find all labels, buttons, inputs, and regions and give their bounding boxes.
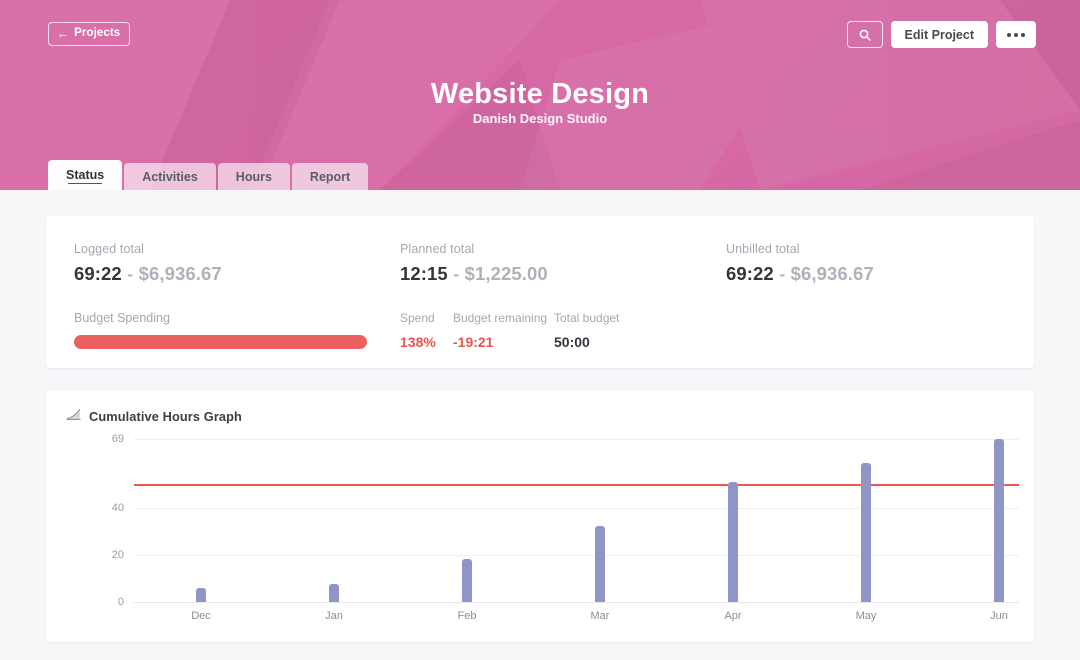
area-chart-icon <box>66 407 81 425</box>
back-to-projects-button[interactable]: ← Projects <box>48 22 130 46</box>
stat-value: -19:21 <box>453 334 554 350</box>
chart-bar[interactable] <box>329 584 339 602</box>
chart-x-tick-label: Apr <box>703 610 763 622</box>
metric-value: 69:22 - $6,936.67 <box>74 263 400 285</box>
budget-spending-block: Budget Spending <box>74 311 400 349</box>
chart-gridline <box>134 508 1019 509</box>
chart-bar[interactable] <box>861 463 871 602</box>
edit-project-button[interactable]: Edit Project <box>891 21 988 48</box>
metric-logged-total: Logged total 69:22 - $6,936.67 <box>74 242 400 285</box>
tab-status[interactable]: Status <box>48 160 122 190</box>
metric-amount: $1,225.00 <box>465 263 548 284</box>
metric-label: Logged total <box>74 242 400 256</box>
header-actions: Edit Project <box>847 21 1036 48</box>
metric-separator: - <box>127 263 133 284</box>
chart-y-tick-label: 20 <box>94 549 124 561</box>
chart-gridline <box>134 555 1019 556</box>
search-button[interactable] <box>847 21 883 48</box>
chart-x-tick-label: Mar <box>570 610 630 622</box>
metric-time: 69:22 <box>74 263 122 284</box>
chart-plot-area: 69 40 20 0 Dec Jan Feb Mar Apr May Jun <box>46 435 1034 635</box>
budget-spending-label: Budget Spending <box>74 311 400 325</box>
stat-label: Spend <box>400 311 453 325</box>
metric-planned-total: Planned total 12:15 - $1,225.00 <box>400 242 726 285</box>
metric-label: Unbilled total <box>726 242 874 256</box>
cumulative-hours-card: Cumulative Hours Graph 69 40 20 0 Dec Jan Feb M… <box>46 391 1034 642</box>
metric-unbilled-total: Unbilled total 69:22 - $6,936.67 <box>726 242 874 285</box>
metric-value: 12:15 - $1,225.00 <box>400 263 726 285</box>
chart-budget-threshold-line <box>134 484 1019 486</box>
metric-time: 69:22 <box>726 263 774 284</box>
tab-hours[interactable]: Hours <box>218 163 290 190</box>
chart-x-tick-label: May <box>836 610 896 622</box>
more-options-button[interactable] <box>996 21 1036 48</box>
chart-header: Cumulative Hours Graph <box>46 407 1034 425</box>
chart-bar[interactable] <box>196 588 206 602</box>
metric-time: 12:15 <box>400 263 448 284</box>
chart-x-tick-label: Jun <box>969 610 1029 622</box>
stat-value: 50:00 <box>554 334 654 350</box>
main-content: Logged total 69:22 - $6,936.67 Planned t… <box>0 190 1080 642</box>
metric-value: 69:22 - $6,936.67 <box>726 263 874 285</box>
tab-report[interactable]: Report <box>292 163 368 190</box>
stat-spend: Spend 138% <box>400 311 453 350</box>
tab-bar: Status Activities Hours Report <box>48 160 368 190</box>
chart-bar[interactable] <box>994 439 1004 602</box>
page-header: ← Projects Edit Project Website Design D <box>0 0 1080 190</box>
chart-x-tick-label: Dec <box>171 610 231 622</box>
metric-separator: - <box>453 263 459 284</box>
tab-activities[interactable]: Activities <box>124 163 216 190</box>
back-to-projects-label: Projects <box>74 28 120 40</box>
chart-bar[interactable] <box>462 559 472 602</box>
budget-progress-bar <box>74 335 367 349</box>
stat-value: 138% <box>400 334 453 350</box>
page-title: Website Design <box>0 78 1080 111</box>
budget-row: Budget Spending Spend 138% Budget remain… <box>74 311 1006 350</box>
chart-bar[interactable] <box>595 526 605 602</box>
summary-card: Logged total 69:22 - $6,936.67 Planned t… <box>46 216 1034 368</box>
metric-label: Planned total <box>400 242 726 256</box>
chart-title: Cumulative Hours Graph <box>89 409 242 424</box>
stat-label: Budget remaining <box>453 311 554 325</box>
stat-label: Total budget <box>554 311 654 325</box>
chart-gridline <box>134 602 1019 603</box>
page-subtitle: Danish Design Studio <box>0 111 1080 126</box>
chart-x-tick-label: Feb <box>437 610 497 622</box>
arrow-left-icon: ← <box>57 28 69 40</box>
chart-y-tick-label: 69 <box>94 433 124 445</box>
budget-progress-fill <box>74 335 367 349</box>
chart-y-tick-label: 40 <box>94 502 124 514</box>
chart-x-tick-label: Jan <box>304 610 364 622</box>
chart-gridline <box>134 439 1019 440</box>
totals-row: Logged total 69:22 - $6,936.67 Planned t… <box>74 242 1006 285</box>
chart-y-tick-label: 0 <box>94 596 124 608</box>
ellipsis-icon <box>1007 33 1025 37</box>
metric-separator: - <box>779 263 785 284</box>
stat-total-budget: Total budget 50:00 <box>554 311 654 350</box>
chart-bar[interactable] <box>728 482 738 602</box>
search-icon <box>859 29 871 41</box>
stat-budget-remaining: Budget remaining -19:21 <box>453 311 554 350</box>
metric-amount: $6,936.67 <box>791 263 874 284</box>
metric-amount: $6,936.67 <box>139 263 222 284</box>
